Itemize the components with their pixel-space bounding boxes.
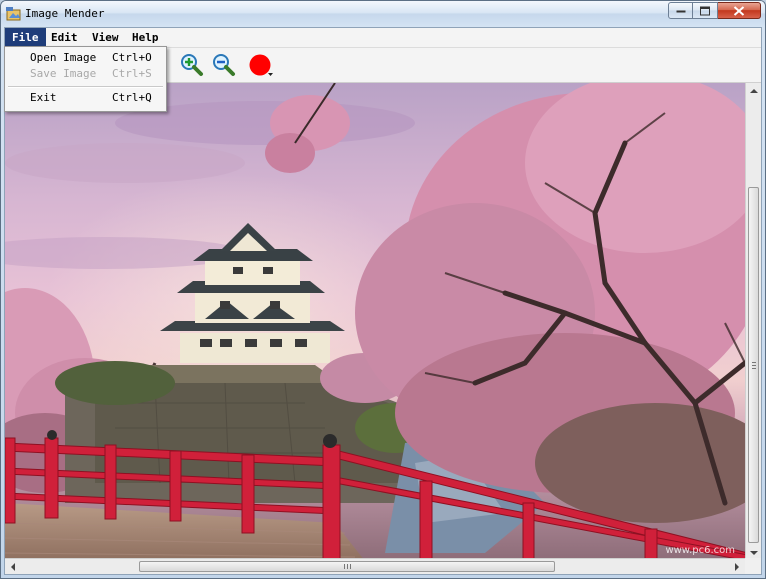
window-title: Image Mender — [25, 7, 105, 20]
menu-item-save-image: Save Image Ctrl+S — [6, 65, 165, 83]
chevron-down-icon — [268, 73, 273, 76]
menu-edit[interactable]: Edit — [44, 28, 85, 47]
watermark-text: www.pc6.com — [665, 545, 735, 556]
menu-view[interactable]: View — [85, 28, 126, 47]
close-icon — [733, 5, 745, 16]
zoom-in-icon[interactable] — [179, 52, 205, 78]
menu-item-shortcut: Ctrl+Q — [112, 91, 152, 104]
zoom-out-icon[interactable] — [211, 52, 237, 78]
vertical-scroll-thumb[interactable] — [748, 187, 759, 543]
scroll-right-icon[interactable] — [729, 559, 745, 575]
vertical-scrollbar[interactable] — [745, 83, 761, 561]
menu-item-label: Exit — [30, 91, 57, 104]
window-controls — [668, 2, 761, 20]
menu-bar: File Edit View Help — [5, 28, 761, 48]
horizontal-scroll-thumb[interactable] — [139, 561, 555, 572]
maximize-icon — [700, 6, 710, 15]
brush-color-picker[interactable] — [248, 52, 274, 78]
close-button[interactable] — [718, 2, 761, 19]
scroll-up-icon[interactable] — [746, 83, 762, 99]
horizontal-scrollbar[interactable] — [5, 558, 745, 574]
menu-item-label: Save Image — [30, 67, 97, 80]
app-icon — [6, 7, 21, 21]
menu-file[interactable]: File — [5, 28, 46, 47]
menu-help[interactable]: Help — [125, 28, 166, 47]
maximize-button[interactable] — [693, 2, 718, 19]
menu-item-shortcut: Ctrl+S — [112, 67, 152, 80]
scroll-corner — [745, 558, 761, 574]
menu-item-exit[interactable]: Exit Ctrl+Q — [6, 89, 165, 107]
file-menu-dropdown: Open Image Ctrl+O Save Image Ctrl+S Exit… — [4, 46, 167, 112]
app-window: Image Mender File Edit View Help Open Im… — [0, 0, 766, 579]
title-bar[interactable]: Image Mender — [1, 1, 765, 27]
minimize-button[interactable] — [668, 2, 693, 19]
image-canvas[interactable] — [5, 83, 748, 561]
menu-separator — [8, 86, 163, 88]
minimize-icon — [676, 10, 685, 12]
scroll-left-icon[interactable] — [5, 559, 21, 575]
